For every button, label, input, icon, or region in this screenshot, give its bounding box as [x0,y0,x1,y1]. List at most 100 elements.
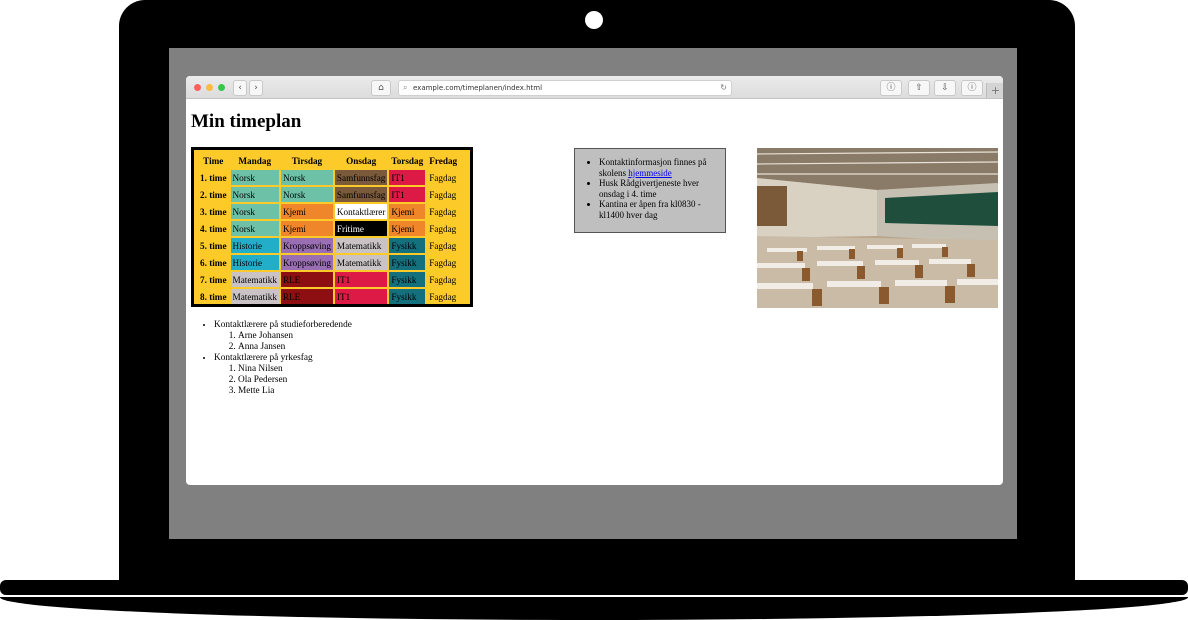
table-row: 2. time Norsk Norsk Samfunnsfag IT1 Fagdag [198,187,460,202]
search-icon: ⌕ [403,83,408,92]
back-button[interactable]: ‹ [233,80,247,96]
new-tab-button[interactable]: + [986,83,1003,98]
timetable-header-row: Time Mandag Tirsdag Onsdag Torsdag Freda… [198,154,459,168]
info-item: Kantina er åpen fra kl0830 - kl1400 hver… [599,199,725,220]
timetable-cell: Kroppsøving [280,238,333,253]
timetable-cell: IT1 [334,289,388,304]
maximize-window-button[interactable] [218,84,225,91]
url-text: example.com/timeplanen/index.html [413,84,543,92]
row-time-label: 7. time [200,274,227,285]
reader-button[interactable]: ⓘ [880,80,902,96]
classroom-photo [757,148,998,308]
timetable-cell: Fysikk [389,238,426,253]
table-row: 7. time Matematikk RLE IT1 Fysikk Fagdag [198,272,460,287]
contact-group-label: Kontaktlærere på yrkesfag [214,353,313,363]
close-window-button[interactable] [194,84,201,91]
timetable-cell: Norsk [230,221,279,236]
timetable-cell: Norsk [230,187,279,202]
timetable-cell: Fysikk [389,289,426,304]
column-header: Time [203,156,224,166]
forward-button[interactable]: › [249,80,263,96]
timetable-cell: Fritime [334,221,388,236]
table-row: 6. time Historie Kroppsøving Matematikk Fysi… [198,255,460,270]
timetable-cell: IT1 [389,187,426,202]
table-row: 4. time Norsk Kjemi Fritime Kjemi Fagdag [198,221,460,236]
contact-group: Kontaktlærere på yrkesfag Nina Nilsen Ol… [214,353,352,397]
timetable-cell: Fagdag [427,272,460,287]
timetable-cell: RLE [280,289,333,304]
timetable-cell: Matematikk [334,238,388,253]
contact-group: Kontaktlærere på studieforberedende Arne… [214,320,352,353]
timetable-cell: Matematikk [230,289,279,304]
info-icon: ⓘ [886,83,896,93]
contact-names: Arne Johansen Anna Jansen [214,331,352,353]
timetable-cell: Kroppsøving [280,255,333,270]
minimize-window-button[interactable] [206,84,213,91]
timetable-cell: Fagdag [427,289,460,304]
column-header: Torsdag [391,156,424,166]
laptop-base [0,580,1188,595]
laptop-base-bottom [0,597,1188,620]
timetable-cell: Norsk [280,170,333,185]
contact-name: Mette Lia [238,386,352,397]
timetable-cell: Kjemi [389,221,426,236]
info-item: Husk Rådgivertjeneste hver onsdag i 4. t… [599,178,725,199]
timetable-cell: Samfunnsfag [334,187,388,202]
column-header: Mandag [238,156,272,166]
contacts-list: Kontaktlærere på studieforberedende Arne… [196,320,352,397]
homepage-link[interactable]: hjemmeside [628,168,672,178]
timetable-cell: Fagdag [427,238,460,253]
contact-names: Nina Nilsen Ola Pedersen Mette Lia [214,364,352,397]
timetable-cell: IT1 [334,272,388,287]
table-row: 8. time Matematikk RLE IT1 Fysikk Fagdag [198,289,460,304]
timetable-cell: Fysikk [389,255,426,270]
timetable-cell: Kontaktlærer [334,204,388,219]
timetable-cell: Fagdag [427,255,460,270]
table-row: 1. time Norsk Norsk Samfunnsfag IT1 Fagdag [198,170,460,185]
contact-name: Arne Johansen [238,331,352,342]
classroom-image [757,148,998,308]
timetable-cell: Kjemi [280,221,333,236]
page-title: Min timeplan [191,111,302,132]
row-time-label: 2. time [200,189,227,200]
column-header: Fredag [429,156,458,166]
extension-button[interactable]: ⓘ [961,80,983,96]
row-time-label: 8. time [200,291,227,302]
downloads-button[interactable]: ⇩ [934,80,956,96]
contact-name: Anna Jansen [238,342,352,353]
table-row: 3. time Norsk Kjemi Kontaktlærer Kjemi Fagdag [198,204,460,219]
chevron-right-icon: › [254,83,258,93]
row-time-label: 1. time [200,172,227,183]
reload-icon[interactable]: ↻ [720,81,727,95]
timetable-cell: Fagdag [427,204,460,219]
contact-name: Nina Nilsen [238,364,352,375]
share-icon: ⇧ [915,83,923,93]
timetable-cell: Norsk [230,204,279,219]
address-bar[interactable]: ⌕ example.com/timeplanen/index.html ↻ [398,80,732,96]
timetable-cell: Fagdag [427,187,460,202]
timetable-cell: Matematikk [334,255,388,270]
timetable-table: Time Mandag Tirsdag Onsdag Torsdag Freda… [196,152,461,306]
chevron-left-icon: ‹ [238,83,242,93]
home-button[interactable]: ⌂ [371,80,391,96]
timetable-cell: Norsk [230,170,279,185]
timetable-cell: Kjemi [280,204,333,219]
info-list: Kontaktinformasjon finnes på skolens hje… [575,157,725,220]
browser-toolbar: ‹ › ⌂ ⌕ example.com/timeplanen/index.htm… [186,76,1003,99]
share-button[interactable]: ⇧ [908,80,930,96]
timetable-cell: Kjemi [389,204,426,219]
home-icon: ⌂ [378,83,384,93]
timetable-cell: Norsk [280,187,333,202]
timetable-cell: Samfunnsfag [334,170,388,185]
info-box: Kontaktinformasjon finnes på skolens hje… [574,148,726,233]
row-time-label: 4. time [200,223,227,234]
column-header: Onsdag [346,156,377,166]
column-header: Tirsdag [291,156,323,166]
webcam-icon [585,11,603,29]
timetable-cell: IT1 [389,170,426,185]
table-row: 5. time Historie Kroppsøving Matematikk Fysi… [198,238,460,253]
timetable-cell: RLE [280,272,333,287]
timetable-cell: Historie [230,255,279,270]
row-time-label: 3. time [200,206,227,217]
timetable-cell: Fagdag [427,170,460,185]
